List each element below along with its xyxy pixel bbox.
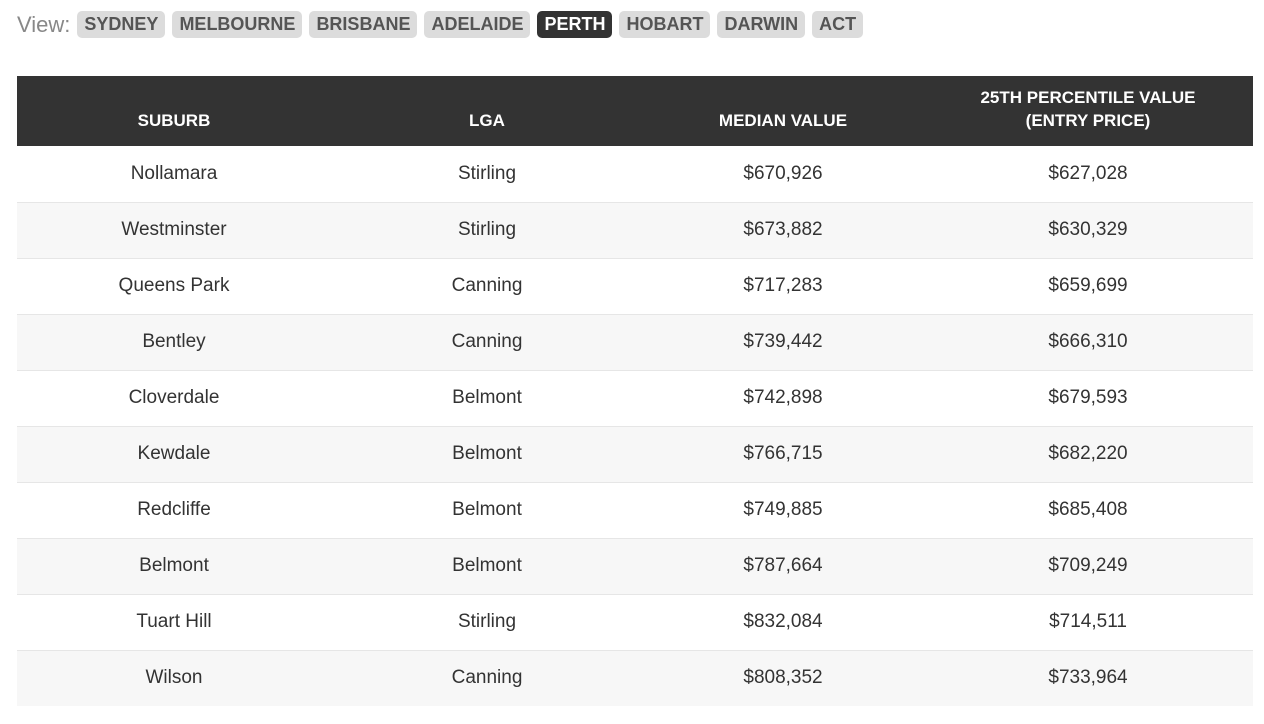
lga-cell: Stirling: [457, 162, 517, 184]
column-header-suburb: SUBURB: [137, 111, 211, 130]
median-value-cell: $787,664: [743, 555, 823, 576]
table-row: Belmont Belmont $787,664 $709,249: [17, 538, 1253, 594]
suburb-cell: Kewdale: [137, 443, 211, 464]
city-button-brisbane[interactable]: BRISBANE: [309, 11, 418, 38]
table-row: Kewdale Belmont $766,715 $682,220: [17, 426, 1253, 482]
table-row: Wilson Canning $808,352 $733,964: [17, 650, 1253, 706]
entry-price-cell: $709,249: [1048, 555, 1128, 576]
city-button-group: SYDNEY MELBOURNE BRISBANE ADELAIDE PERTH HOBA…: [77, 11, 870, 38]
suburb-table-container: SUBURB LGA MEDIAN VALUE 25TH PERCENTILE …: [17, 76, 1253, 706]
table-body: Nollamara Stirling $670,926 $627,028 Westmin…: [17, 146, 1253, 706]
suburb-cell: Nollamara: [130, 162, 218, 184]
median-value-cell: $832,084: [743, 611, 823, 632]
entry-price-cell: $682,220: [1048, 443, 1128, 464]
lga-cell: Canning: [451, 667, 523, 689]
median-value-cell: $808,352: [743, 667, 823, 689]
table-header-row: SUBURB LGA MEDIAN VALUE 25TH PERCENTILE …: [17, 76, 1253, 146]
table-row: Redcliffe Belmont $749,885 $685,408: [17, 482, 1253, 538]
entry-price-cell: $733,964: [1048, 667, 1128, 689]
median-value-cell: $717,283: [743, 275, 823, 296]
lga-cell: Belmont: [452, 443, 522, 464]
lga-cell: Stirling: [457, 611, 517, 632]
lga-cell: Stirling: [457, 219, 517, 240]
column-header-lga: LGA: [469, 111, 505, 130]
median-value-cell: $742,898: [743, 387, 823, 408]
view-label: View:: [17, 12, 71, 37]
table-row: Cloverdale Belmont $742,898 $679,593: [17, 370, 1253, 426]
table-header: SUBURB LGA MEDIAN VALUE 25TH PERCENTILE …: [17, 76, 1253, 146]
suburb-price-table: SUBURB LGA MEDIAN VALUE 25TH PERCENTILE …: [17, 76, 1253, 706]
entry-price-cell: $627,028: [1048, 162, 1128, 184]
city-button-hobart[interactable]: HOBART: [619, 11, 711, 38]
suburb-cell: Queens Park: [118, 275, 230, 296]
suburb-cell: Belmont: [139, 555, 209, 576]
city-button-adelaide[interactable]: ADELAIDE: [424, 11, 531, 38]
entry-price-cell: $685,408: [1048, 499, 1128, 520]
table-row: Queens Park Canning $717,283 $659,699: [17, 258, 1253, 314]
city-button-sydney[interactable]: SYDNEY: [77, 11, 166, 38]
suburb-cell: Wilson: [145, 667, 203, 689]
table-row: Tuart Hill Stirling $832,084 $714,511: [17, 594, 1253, 650]
suburb-cell: Westminster: [121, 219, 227, 240]
median-value-cell: $766,715: [743, 443, 823, 464]
median-value-cell: $739,442: [743, 331, 823, 352]
city-button-darwin[interactable]: DARWIN: [717, 11, 806, 38]
column-header-entry-price: 25TH PERCENTILE VALUE (ENTRY PRICE): [923, 76, 1253, 146]
lga-cell: Canning: [451, 275, 523, 296]
suburb-cell: Cloverdale: [128, 387, 220, 408]
lga-cell: Belmont: [452, 555, 522, 576]
entry-price-cell: $630,329: [1048, 219, 1128, 240]
entry-price-cell: $679,593: [1048, 387, 1128, 408]
median-value-cell: $749,885: [743, 499, 823, 520]
suburb-cell: Bentley: [142, 331, 206, 352]
column-header-entry-price-line2: (ENTRY PRICE): [1025, 111, 1151, 130]
table-row: Nollamara Stirling $670,926 $627,028: [17, 146, 1253, 202]
suburb-cell: Redcliffe: [137, 499, 211, 520]
table-row: Bentley Canning $739,442 $666,310: [17, 314, 1253, 370]
table-row: Westminster Stirling $673,882 $630,329: [17, 202, 1253, 258]
city-view-selector: View: SYDNEY MELBOURNE BRISBANE ADELAIDE PER…: [17, 11, 870, 38]
entry-price-cell: $714,511: [1049, 611, 1127, 632]
entry-price-cell: $666,310: [1048, 331, 1128, 352]
entry-price-cell: $659,699: [1048, 275, 1128, 296]
lga-cell: Belmont: [452, 387, 522, 408]
lga-cell: Canning: [451, 331, 523, 352]
city-button-act[interactable]: ACT: [812, 11, 864, 38]
column-header-median-value: MEDIAN VALUE: [718, 111, 848, 130]
lga-cell: Belmont: [452, 499, 522, 520]
median-value-cell: $670,926: [743, 162, 823, 184]
median-value-cell: $673,882: [743, 219, 823, 240]
suburb-cell: Tuart Hill: [136, 611, 212, 632]
column-header-entry-price-line1: 25TH PERCENTILE VALUE: [980, 88, 1196, 107]
city-button-perth[interactable]: PERTH: [537, 11, 613, 38]
city-button-melbourne[interactable]: MELBOURNE: [172, 11, 303, 38]
